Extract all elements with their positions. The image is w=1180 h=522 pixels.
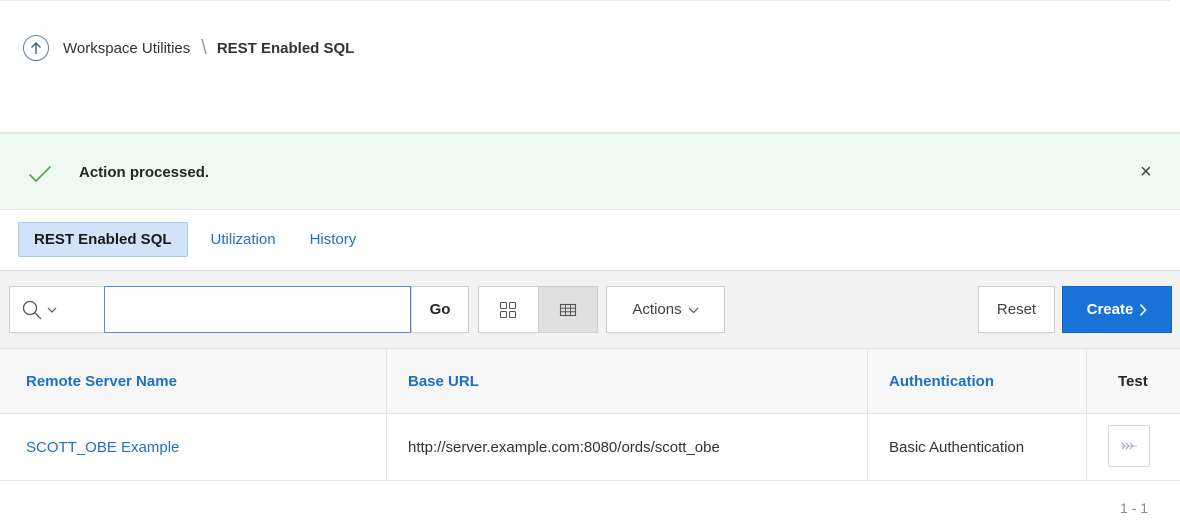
create-button[interactable]: Create — [1062, 286, 1172, 333]
pagination-range: 1 - 1 — [1120, 500, 1149, 516]
table-row: SCOTT_OBE Example http://server.example.… — [0, 414, 1180, 481]
authentication-cell: Basic Authentication — [889, 438, 1025, 456]
rest-sources-table: Remote Server Name Base URL Authenticati… — [0, 348, 1180, 481]
go-button[interactable]: Go — [411, 286, 469, 333]
page: Workspace Utilities \ REST Enabled SQL A… — [0, 0, 1180, 522]
base-url-cell: http://server.example.com:8080/ords/scot… — [408, 438, 720, 456]
test-connection-button[interactable] — [1108, 425, 1150, 467]
search-input[interactable] — [104, 286, 411, 333]
column-divider — [386, 349, 387, 413]
tab-history[interactable]: History — [295, 222, 372, 257]
report-view-button[interactable] — [537, 287, 597, 332]
chevron-down-icon — [47, 307, 57, 313]
actions-menu-button[interactable]: Actions — [606, 286, 725, 333]
column-divider — [1086, 414, 1087, 480]
table-view-icon — [559, 303, 577, 316]
success-alert: Action processed. × — [0, 133, 1180, 210]
connection-test-icon — [1121, 442, 1137, 450]
column-divider — [867, 349, 868, 413]
breadcrumb: Workspace Utilities \ REST Enabled SQL — [23, 34, 354, 62]
remote-server-name-link[interactable]: SCOTT_OBE Example — [26, 414, 179, 480]
search-column-selector[interactable] — [9, 286, 104, 333]
chevron-down-icon — [688, 307, 699, 313]
tab-bar: REST Enabled SQL Utilization History — [18, 222, 371, 257]
breadcrumb-separator: \ — [201, 36, 207, 59]
column-divider — [867, 414, 868, 480]
close-icon[interactable]: × — [1140, 162, 1152, 182]
up-arrow-icon[interactable] — [23, 35, 49, 61]
breadcrumb-parent-link[interactable]: Workspace Utilities — [63, 40, 190, 57]
report-toolbar: Go Actions Reset Create — [0, 270, 1180, 348]
view-switcher — [478, 286, 598, 333]
actions-label: Actions — [632, 301, 682, 318]
column-divider — [1086, 349, 1087, 413]
table-header: Remote Server Name Base URL Authenticati… — [0, 348, 1180, 414]
check-icon — [28, 165, 52, 183]
alert-message: Action processed. — [79, 164, 210, 181]
column-divider — [386, 414, 387, 480]
column-header-base-url[interactable]: Base URL — [408, 349, 479, 413]
tab-utilization[interactable]: Utilization — [196, 222, 291, 257]
grid-view-icon — [500, 301, 517, 318]
reset-button[interactable]: Reset — [978, 286, 1055, 333]
tab-rest-enabled-sql[interactable]: REST Enabled SQL — [18, 222, 188, 257]
column-header-remote-server-name[interactable]: Remote Server Name — [26, 349, 177, 413]
chevron-right-icon — [1140, 303, 1147, 316]
page-title: REST Enabled SQL — [216, 39, 355, 57]
column-header-authentication[interactable]: Authentication — [889, 349, 994, 413]
create-label: Create — [1086, 301, 1134, 318]
top-divider — [0, 0, 1170, 1]
column-header-test: Test — [1118, 372, 1148, 390]
search-icon — [22, 300, 42, 319]
grid-view-button[interactable] — [479, 287, 538, 332]
